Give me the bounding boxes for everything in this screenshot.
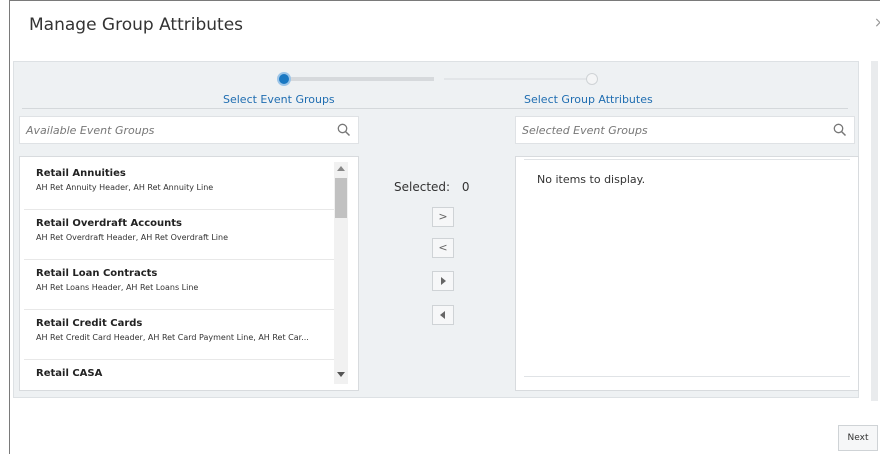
- next-button[interactable]: Next: [838, 425, 878, 451]
- search-icon[interactable]: [336, 122, 352, 138]
- list-bottom-border: [524, 376, 850, 377]
- item-description: AH Ret Loans Header, AH Ret Loans Line: [36, 283, 199, 292]
- item-description: AH Ret Annuity Header, AH Ret Annuity Li…: [36, 183, 214, 192]
- list-item[interactable]: Retail Annuities AH Ret Annuity Header, …: [24, 160, 336, 210]
- scroll-down-icon[interactable]: [337, 372, 345, 377]
- dialog-header: Manage Group Attributes ×: [10, 1, 880, 47]
- item-name: Retail Overdraft Accounts: [36, 218, 182, 229]
- scroll-up-icon[interactable]: [337, 166, 345, 171]
- scroll-thumb[interactable]: [335, 178, 347, 218]
- item-name: Retail CASA: [36, 368, 103, 379]
- available-list-items: Retail Annuities AH Ret Annuity Header, …: [24, 160, 336, 385]
- selected-count: Selected: 0: [394, 180, 470, 194]
- list-item[interactable]: Retail CASA: [24, 360, 336, 385]
- selected-count-value: 0: [461, 180, 470, 194]
- train-pending-line: [444, 78, 592, 80]
- list-item[interactable]: Retail Loan Contracts AH Ret Loans Heade…: [24, 260, 336, 310]
- selected-count-label: Selected:: [394, 180, 451, 194]
- item-name: Retail Loan Contracts: [36, 268, 158, 279]
- item-description: AH Ret Credit Card Header, AH Ret Card P…: [36, 333, 309, 342]
- empty-message: No items to display.: [537, 173, 646, 186]
- available-list: Retail Annuities AH Ret Annuity Header, …: [19, 156, 359, 391]
- train-progress-line: [284, 77, 434, 81]
- item-name: Retail Annuities: [36, 168, 126, 179]
- close-icon[interactable]: ×: [874, 15, 880, 31]
- selected-search-input[interactable]: Selected Event Groups: [515, 116, 855, 144]
- move-selected-left-button[interactable]: <: [432, 238, 454, 258]
- list-item[interactable]: Retail Credit Cards AH Ret Credit Card H…: [24, 310, 336, 360]
- triangle-right-icon: [441, 277, 446, 285]
- chevron-right-icon: >: [438, 210, 448, 223]
- step-select-group-attributes[interactable]: Select Group Attributes: [524, 93, 653, 106]
- list-top-border: [524, 159, 850, 160]
- triangle-left-icon: [440, 311, 445, 319]
- available-search-placeholder: Available Event Groups: [26, 124, 155, 137]
- chevron-left-icon: <: [438, 241, 448, 254]
- list-scrollbar[interactable]: [334, 162, 348, 384]
- search-icon[interactable]: [832, 122, 848, 138]
- step-select-event-groups[interactable]: Select Event Groups: [223, 93, 335, 106]
- divider: [22, 108, 848, 109]
- move-all-left-button[interactable]: [432, 305, 454, 325]
- train-stop-current[interactable]: [277, 72, 291, 86]
- train-stop-pending[interactable]: [586, 73, 598, 85]
- move-selected-right-button[interactable]: >: [432, 207, 454, 227]
- item-name: Retail Credit Cards: [36, 318, 143, 329]
- move-all-right-button[interactable]: [432, 271, 454, 291]
- available-search-input[interactable]: Available Event Groups: [19, 116, 359, 144]
- item-description: AH Ret Overdraft Header, AH Ret Overdraf…: [36, 233, 229, 242]
- dialog-scrollbar[interactable]: [871, 61, 878, 401]
- list-item[interactable]: Retail Overdraft Accounts AH Ret Overdra…: [24, 210, 336, 260]
- dialog-title: Manage Group Attributes: [29, 15, 244, 35]
- selected-search-placeholder: Selected Event Groups: [522, 124, 648, 137]
- shuttle-panel: Select Event Groups Select Group Attribu…: [13, 61, 859, 398]
- selected-list: No items to display.: [515, 156, 859, 391]
